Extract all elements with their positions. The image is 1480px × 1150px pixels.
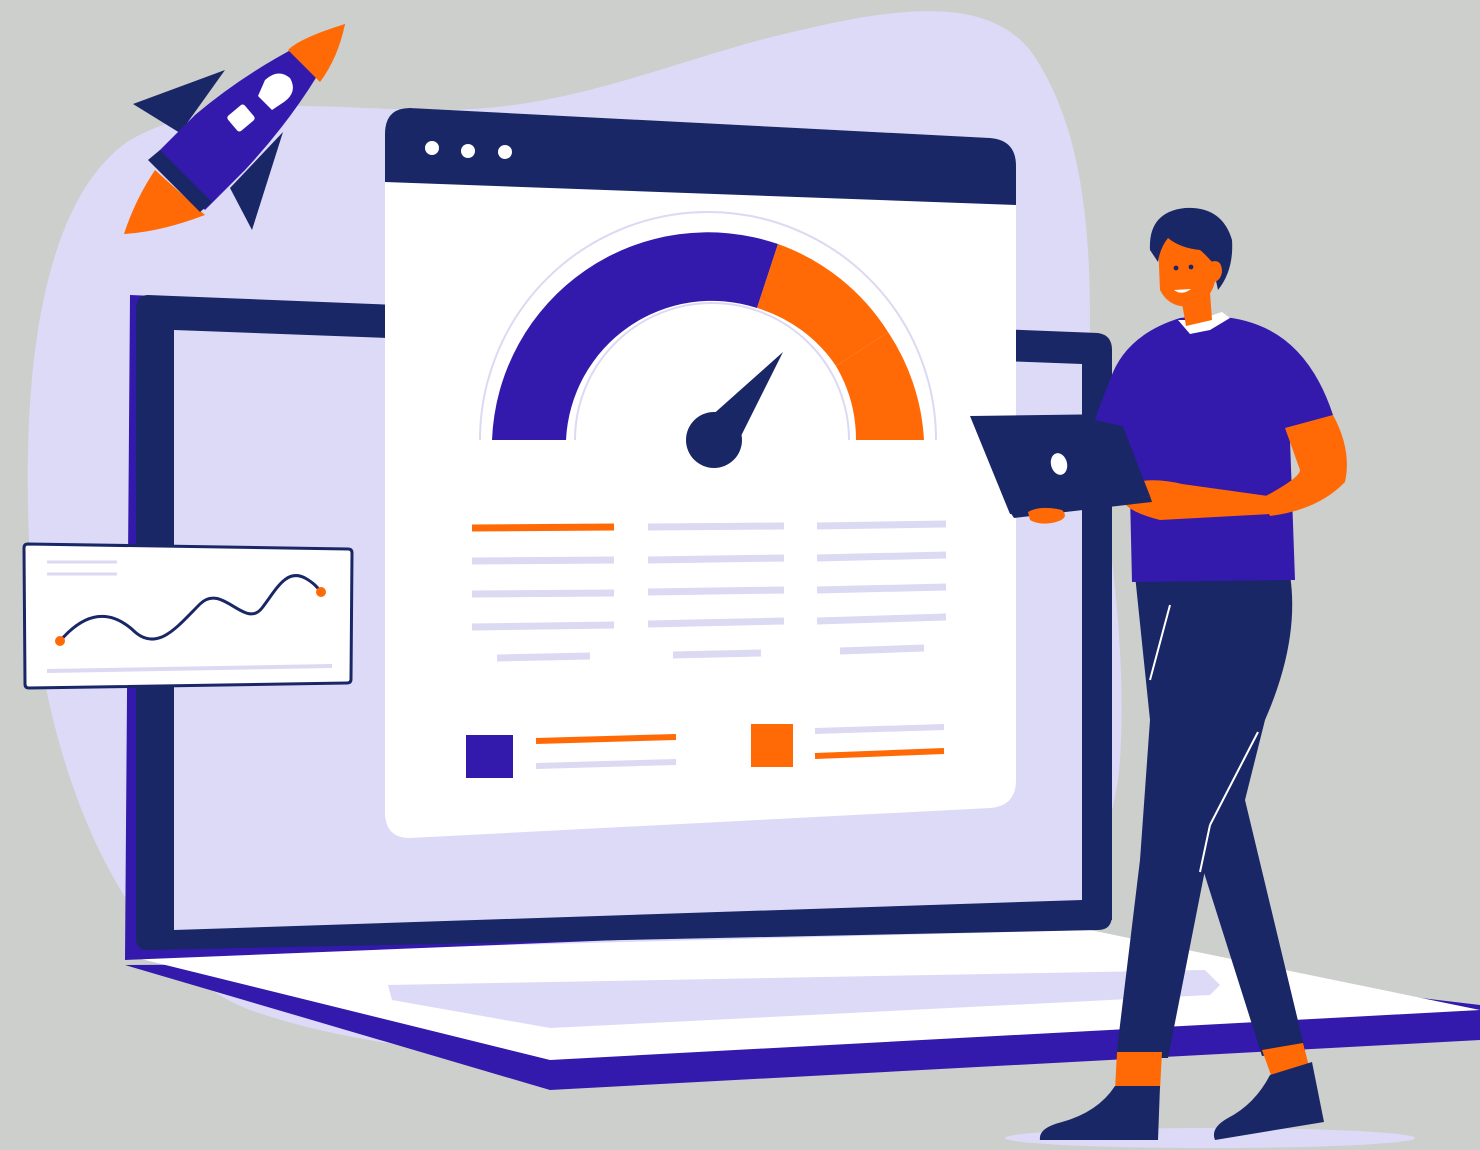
window-dot-icon: [425, 141, 439, 155]
line-placeholder: [839, 644, 925, 655]
sparkline-card: [22, 542, 354, 690]
legend-line-placeholder: [535, 759, 677, 769]
shoe-back: [1213, 1062, 1324, 1140]
line-placeholder: [471, 621, 615, 631]
line-placeholder: [816, 583, 947, 594]
line-placeholder: [647, 554, 785, 564]
legend-line-placeholder: [814, 724, 945, 734]
person-eye: [1173, 265, 1179, 271]
shoe-front: [1039, 1086, 1160, 1140]
line-placeholder: [672, 649, 762, 659]
line-placeholder: [647, 617, 785, 628]
line-placeholder: [647, 522, 785, 531]
line-placeholder: [816, 551, 947, 562]
sock-front: [1115, 1052, 1162, 1090]
browser-window: [385, 108, 1016, 838]
window-dot-icon: [498, 145, 512, 159]
line-placeholder: [816, 520, 947, 530]
legend-swatch-purple: [466, 735, 513, 778]
legend-line-accent: [535, 734, 677, 744]
person-eye: [1188, 264, 1194, 270]
line-accent: [471, 523, 615, 532]
line-placeholder: [471, 556, 615, 565]
line-placeholder: [647, 586, 785, 596]
window-dot-icon: [461, 144, 475, 158]
line-placeholder: [496, 652, 591, 662]
legend-swatch-orange: [751, 724, 793, 767]
wave-end-dot: [316, 587, 326, 597]
line-placeholder: [816, 613, 947, 625]
wave-start-dot: [55, 636, 65, 646]
line-placeholder: [471, 589, 615, 598]
illustration: [22, 11, 1480, 1148]
gauge-needle-hub: [686, 412, 742, 468]
